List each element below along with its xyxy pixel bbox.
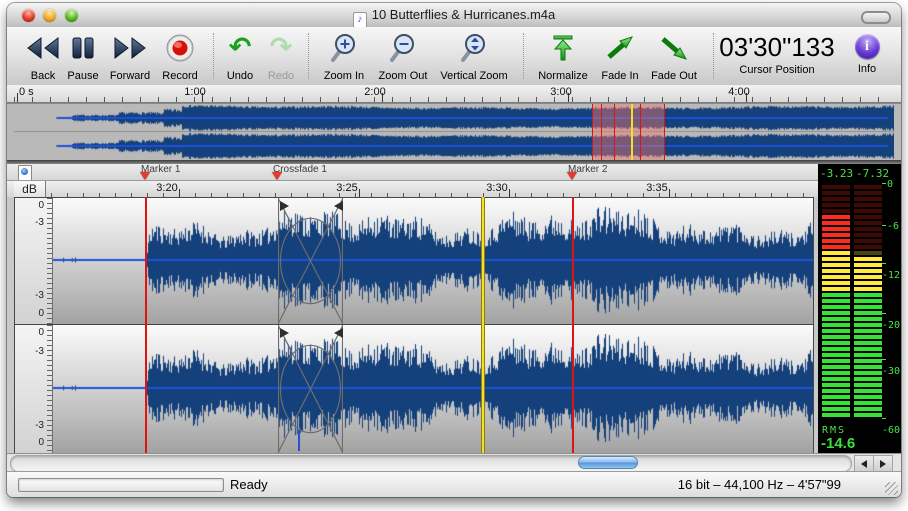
resize-grip[interactable]: [885, 482, 898, 495]
overview-ruler-ticks: [14, 97, 894, 102]
meter-bar-right: [854, 185, 882, 419]
scrollbar-track[interactable]: [10, 455, 852, 472]
progress-bar: [18, 478, 224, 492]
titlebar[interactable]: ♪ 10 Butterflies & Hurricanes.m4a: [7, 3, 901, 28]
meter-scale-label: -60: [882, 414, 901, 436]
waveform-canvas-left[interactable]: [53, 198, 813, 322]
meter-scale-label: -12: [882, 259, 901, 281]
scrollbar-thumb[interactable]: [578, 456, 638, 469]
marker-triangle-icon[interactable]: [140, 172, 150, 180]
level-meter-panel: -3.23 -7.32 0 -6 -12 -20 -30 -60 RMS -14…: [818, 164, 901, 455]
toolbar-separator: [523, 33, 524, 79]
zoom-in-icon: [317, 30, 371, 66]
crossfade-handle-right-icon[interactable]: [334, 328, 343, 338]
cursor-position-value: 03'30"133: [702, 32, 852, 62]
info-button[interactable]: i Info: [851, 30, 883, 82]
audio-format-info: 16 bit – 44,100 Hz – 4'57"99: [678, 477, 841, 492]
crossfade-region[interactable]: [278, 198, 343, 324]
db-scale-right-channel: 0 -3 -3 0: [15, 325, 53, 453]
toolbar: Back Pause Forward Record ↶ Undo ↷ Redo: [7, 27, 901, 86]
toolbar-separator: [308, 33, 309, 79]
horizontal-scrollbar[interactable]: [7, 453, 901, 472]
window-title-area: ♪ 10 Butterflies & Hurricanes.m4a: [7, 7, 901, 28]
music-file-icon: ♪: [353, 12, 367, 28]
overview-crossfade-line: [614, 104, 615, 160]
meter-scale-label: -6: [882, 221, 901, 232]
peak-left-value: -3.23: [820, 167, 853, 180]
record-icon: [155, 30, 205, 66]
db-scale-left-channel: 0 -3 -3 0: [15, 198, 53, 324]
vertical-zoom-icon: [435, 30, 513, 66]
overview-marker-line: [601, 104, 602, 160]
time-ruler-strip[interactable]: 3:20 3:25 3:30 3:35: [51, 181, 812, 198]
marker-bar[interactable]: Marker 1 Crossfade 1 Marker 2: [7, 164, 901, 180]
redo-button[interactable]: ↷ Redo: [261, 30, 301, 82]
pause-icon: [61, 30, 105, 66]
right-arrow-icon: [880, 460, 886, 468]
back-button[interactable]: Back: [20, 30, 66, 82]
marker-triangle-icon[interactable]: [567, 172, 577, 180]
record-button[interactable]: Record: [155, 30, 205, 82]
meter-scale-label: 0: [882, 179, 901, 190]
scroll-right-button[interactable]: [873, 455, 893, 472]
crossfade-handle-left-icon[interactable]: [280, 201, 289, 211]
cursor-position-display: 03'30"133 Cursor Position: [702, 32, 852, 76]
playback-cursor-line[interactable]: [481, 197, 485, 453]
cursor-position-label: Cursor Position: [702, 64, 852, 76]
overview-ruler[interactable]: 0 s 1:00 2:00 3:00 4:00: [7, 85, 901, 103]
marker-triangle-icon[interactable]: [272, 172, 282, 180]
toolbar-separator: [213, 33, 214, 79]
toolbar-toggle-button[interactable]: [861, 11, 891, 24]
fade-in-icon: [599, 30, 641, 66]
waveform-canvas-right[interactable]: [53, 325, 813, 451]
left-channel-waveform[interactable]: [53, 198, 813, 324]
zoom-out-icon: [373, 30, 433, 66]
back-icon: [20, 30, 66, 66]
db-unit-label: dB: [14, 181, 46, 197]
right-channel[interactable]: 0 -3 -3 0: [14, 324, 814, 454]
fade-out-button[interactable]: Fade Out: [648, 30, 700, 82]
crossfade-handle-left-icon[interactable]: [280, 328, 289, 338]
overview-selection[interactable]: [592, 104, 665, 160]
meter-bar-left: [822, 185, 850, 419]
undo-icon: ↶: [220, 30, 260, 66]
marker-2-line[interactable]: [572, 197, 574, 453]
waveform-editor[interactable]: 0 -3 -3 0 0 -3 -3 0: [7, 197, 901, 453]
left-arrow-icon: [861, 460, 867, 468]
file-badge-icon: [18, 165, 32, 181]
undo-button[interactable]: ↶ Undo: [220, 30, 260, 82]
rms-value: -14.6: [821, 435, 855, 452]
app-window: ♪ 10 Butterflies & Hurricanes.m4a Back Pa…: [7, 3, 901, 497]
zoom-in-button[interactable]: Zoom In: [317, 30, 371, 82]
crossfade-handle-right-icon[interactable]: [334, 201, 343, 211]
overview-waveform[interactable]: [7, 103, 901, 161]
fade-in-button[interactable]: Fade In: [599, 30, 641, 82]
overview-cursor-line: [631, 104, 633, 160]
crossfade-region[interactable]: [278, 325, 343, 453]
vertical-zoom-button[interactable]: Vertical Zoom: [435, 30, 513, 82]
zoom-out-button[interactable]: Zoom Out: [373, 30, 433, 82]
fade-out-icon: [648, 30, 700, 66]
marker-1-line[interactable]: [145, 197, 147, 453]
normalize-icon: [533, 30, 593, 66]
overview-marker-line: [640, 104, 641, 160]
status-bar: Ready 16 bit – 44,100 Hz – 4'57"99: [7, 471, 901, 497]
normalize-button[interactable]: Normalize: [533, 30, 593, 82]
overview-waveform-canvas[interactable]: [14, 104, 894, 160]
scroll-left-button[interactable]: [854, 455, 874, 472]
left-channel[interactable]: 0 -3 -3 0: [14, 197, 814, 325]
status-text: Ready: [230, 477, 268, 492]
forward-button[interactable]: Forward: [102, 30, 158, 82]
window-title: 10 Butterflies & Hurricanes.m4a: [372, 7, 556, 22]
meter-scale-label: -30: [882, 355, 901, 377]
waveform-spike: [298, 430, 300, 451]
pause-button[interactable]: Pause: [61, 30, 105, 82]
forward-icon: [102, 30, 158, 66]
meter-scale-label: -20: [882, 309, 901, 331]
redo-icon: ↷: [261, 30, 301, 66]
info-icon: i: [855, 34, 880, 59]
right-channel-waveform[interactable]: [53, 325, 813, 453]
